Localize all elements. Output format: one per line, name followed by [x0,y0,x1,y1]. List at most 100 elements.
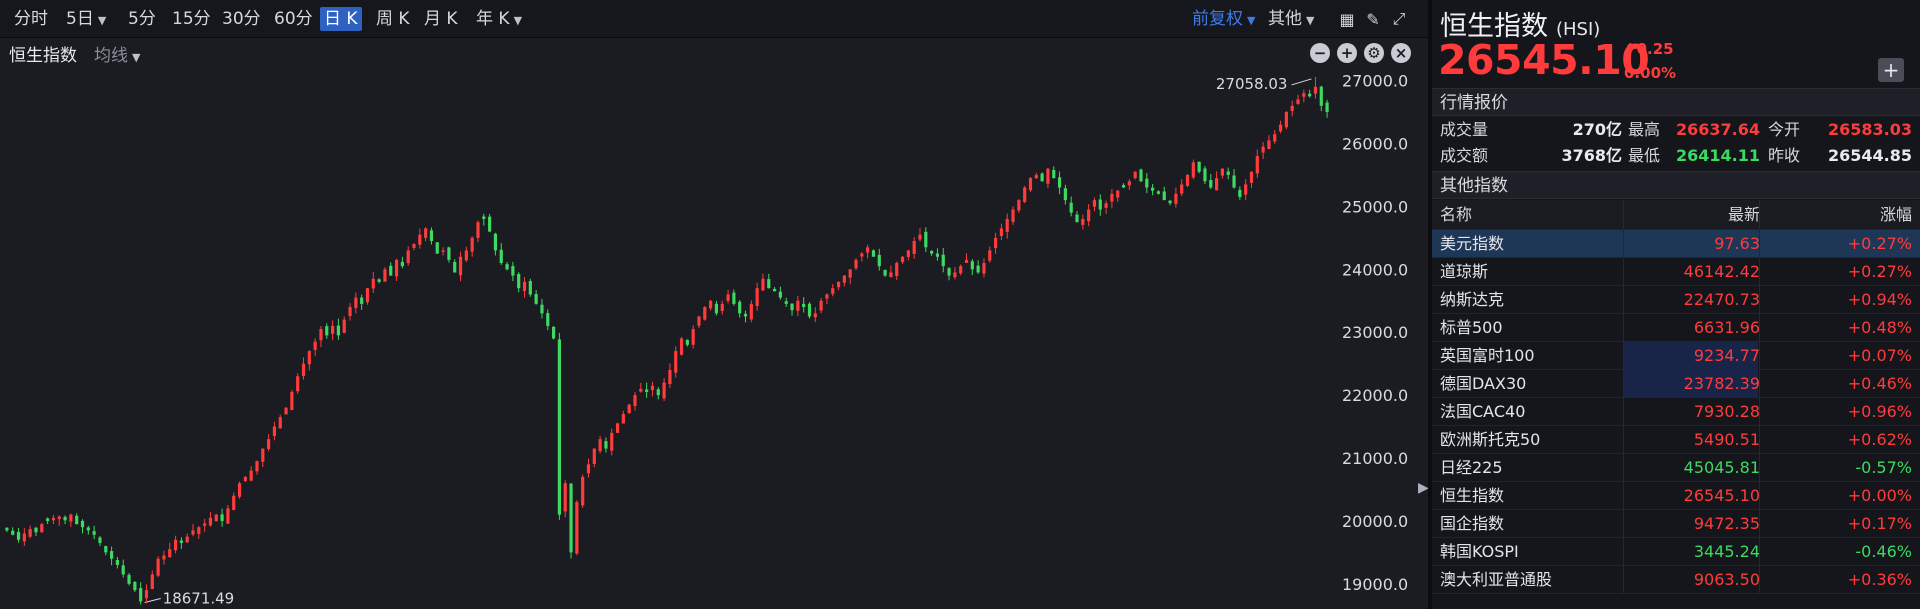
close-icon[interactable]: × [1391,43,1411,63]
candle-body [1104,203,1108,208]
candle-body [860,253,864,257]
candle-body [854,259,858,269]
candle-body [261,448,265,462]
index-row[interactable]: 国企指数 9472.35 +0.17% [1432,510,1920,538]
candle-body [377,279,381,282]
index-row[interactable]: 道琼斯 46142.42 +0.27% [1432,258,1920,286]
candle-body [191,530,195,535]
period-tab[interactable]: 5分 [124,7,160,31]
candle-body [383,269,387,282]
col-last-header: 最新 [1727,205,1760,224]
candle-body [1180,184,1184,194]
candle-body [1296,99,1300,104]
high-annotation: 27058.03 [1216,75,1288,93]
candle-body [1313,86,1318,94]
settings-icon[interactable]: ⚙ [1364,43,1384,63]
candle-body [1087,209,1091,222]
other-dropdown[interactable]: 其他 ▼ [1268,8,1314,30]
candle-body [86,527,90,531]
period-tab[interactable]: 年 K ▼ [472,7,526,31]
period-tab-label: 5日 [66,9,94,29]
candle-body [1069,202,1073,213]
high-label: 最高 [1628,120,1661,139]
period-tab[interactable]: 60分 [270,7,317,31]
period-tab[interactable]: 5日 ▼ [62,7,110,31]
index-row[interactable]: 英国富时100 9234.77 +0.07% [1432,342,1920,370]
moving-average-dropdown[interactable]: 均线 ▼ [94,41,140,66]
candle-body [354,297,358,308]
candle-body [237,483,242,497]
y-tick-label: 26000.0 [1342,134,1408,153]
other-label: 其他 [1268,9,1302,29]
period-tab[interactable]: 30分 [218,7,265,31]
index-row-name: 标普500 [1440,318,1503,337]
candle-body [517,274,521,289]
candle-body [1302,93,1306,97]
index-row[interactable]: 德国DAX30 23782.39 +0.46% [1432,370,1920,398]
candle-body [511,266,515,276]
low-label: 最低 [1628,146,1661,165]
candle-body [970,261,974,270]
period-tab[interactable]: 分时 [10,7,52,31]
index-row[interactable]: 日经225 45045.81 -0.57% [1432,454,1920,482]
column-divider [1759,200,1760,229]
candle-body [1005,218,1009,232]
candle-body [488,216,492,232]
index-row[interactable]: 法国CAC40 7930.28 +0.96% [1432,398,1920,426]
index-row-last: 9234.77 [1693,346,1760,365]
plot-background [0,68,1428,609]
zoom-out-icon[interactable]: − [1310,43,1330,63]
pen-draw-icon[interactable]: ✎ [1362,8,1384,30]
candle-body [179,540,183,543]
candle-body [586,464,591,474]
index-row[interactable]: 澳大利亚普通股 9063.50 +0.36% [1432,566,1920,594]
index-row[interactable]: 恒生指数 26545.10 +0.00% [1432,482,1920,510]
index-row-name: 纳斯达克 [1440,290,1505,309]
chevron-down-icon: ▼ [97,14,107,27]
period-tab-label: 日 K [324,9,358,29]
candle-body [505,264,509,270]
candle-body [755,288,759,306]
chart-panel: 分时 5日 ▼ 5分 15分 30分 60分日 K周 K月 K年 K ▼ 前复权 ▼ 其他 ▼ ▦ ✎ ⤢ … [0,0,1428,609]
candle-body [1220,168,1225,176]
candle-body [796,300,800,311]
grid-layout-icon[interactable]: ▦ [1336,8,1358,30]
index-row[interactable]: 标普500 6631.96 +0.48% [1432,314,1920,342]
low-annotation: 18671.49 [163,590,235,608]
index-row[interactable]: 韩国KOSPI 3445.24 -0.46% [1432,538,1920,566]
index-row-name: 日经225 [1440,458,1503,477]
candle-body [1092,200,1097,207]
candle-body [639,388,643,392]
candle-body [1023,187,1027,202]
index-row[interactable]: 纳斯达克 22470.73 +0.94% [1432,286,1920,314]
candle-body [1197,161,1201,172]
high-value: 26637.64 [1675,120,1760,139]
candle-body [115,559,120,565]
period-tab[interactable]: 15分 [168,7,215,31]
index-row-change: +0.17% [1847,514,1912,533]
column-divider [1759,426,1760,453]
volume-value: 270亿 [1572,120,1622,139]
price-adjust-dropdown[interactable]: 前复权 ▼ [1192,8,1255,30]
index-row-last: 23782.39 [1683,374,1760,393]
candlestick-chart[interactable]: 19000.0 20000.0 21000.0 22000.0 23000.0 24000… [0,68,1428,609]
period-tab[interactable]: 周 K [372,7,414,31]
y-tick-label: 24000.0 [1342,260,1408,279]
candle-body [999,228,1004,236]
candle-body [435,242,439,254]
index-row[interactable]: 欧洲斯托克50 5490.51 +0.62% [1432,426,1920,454]
candle-body [1151,187,1155,191]
candle-body [220,514,224,521]
fullscreen-icon[interactable]: ⤢ [1388,8,1410,30]
candle-body [563,483,567,512]
index-row[interactable]: 美元指数 97.63 +0.27% [1432,230,1920,258]
period-tab[interactable]: 日 K [320,7,362,31]
period-tab-label: 分时 [14,9,48,29]
candle-body [749,303,753,320]
quote-stats: 成交量 270亿 最高 26637.64 今开 26583.03 成交额 376… [1432,116,1920,171]
add-watchlist-button[interactable]: + [1878,58,1904,82]
candle-body [802,303,806,308]
zoom-in-icon[interactable]: + [1337,43,1357,63]
period-tab[interactable]: 月 K [420,7,462,31]
candle-body [906,250,910,257]
